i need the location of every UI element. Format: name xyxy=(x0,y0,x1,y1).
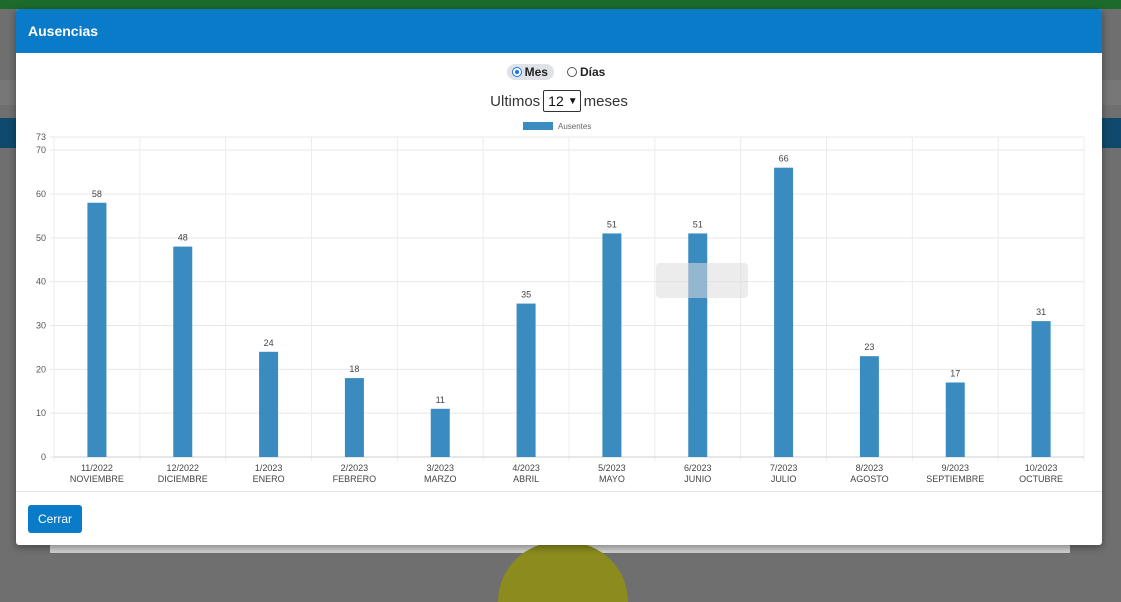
bar xyxy=(945,382,965,457)
bar xyxy=(344,378,364,457)
x-tick-label: 4/2023 xyxy=(512,463,540,473)
bar xyxy=(87,202,107,457)
bar-value-label: 11 xyxy=(436,395,445,405)
bar-value-label: 35 xyxy=(521,290,531,300)
y-tick-label: 70 xyxy=(36,145,46,155)
bar xyxy=(430,408,450,457)
mode-radio-group: Mes Días xyxy=(16,63,1102,81)
radio-dias-icon[interactable] xyxy=(566,67,577,77)
close-button[interactable]: Cerrar xyxy=(28,505,83,533)
bar-value-label: 31 xyxy=(1036,307,1046,317)
background-top-bar xyxy=(0,0,1121,9)
y-tick-label: 60 xyxy=(36,189,46,199)
months-suffix: meses xyxy=(583,92,628,110)
bar-value-label: 58 xyxy=(92,189,102,199)
chart-svg: 0 10 20 30 40 50 60 70 73 Ausentes 58 11/2022NOVIEM… xyxy=(36,122,1085,484)
bar xyxy=(1031,321,1051,457)
y-tick-label: 73 xyxy=(36,132,46,142)
modal-footer: Cerrar xyxy=(16,491,1102,545)
x-tick-sublabel: SEPTIEMBRE xyxy=(926,474,984,484)
x-tick-label: 2/2023 xyxy=(341,463,369,473)
bar xyxy=(602,233,622,457)
x-tick-label: 9/2023 xyxy=(941,463,969,473)
bar-value-label: 17 xyxy=(950,368,960,378)
chevron-down-icon: ▼ xyxy=(567,95,578,107)
absences-chart: 0 10 20 30 40 50 60 70 73 Ausentes 58 11/2022 NOVIEM… xyxy=(16,117,1102,497)
x-tick-label: 3/2023 xyxy=(426,463,454,473)
y-tick-label: 50 xyxy=(36,233,46,243)
months-row: Ultimos 12 ▼ meses xyxy=(16,90,1102,112)
absences-modal: Ausencias Mes Días Ultimos 12 ▼ meses 0 1… xyxy=(16,9,1102,545)
bar-value-label: 18 xyxy=(349,364,359,374)
x-tick-sublabel: JULIO xyxy=(771,474,797,484)
bar-value-label: 23 xyxy=(864,342,874,352)
x-tick-label: 6/2023 xyxy=(684,463,712,473)
y-tick-label: 0 xyxy=(41,452,46,462)
x-tick-label: 7/2023 xyxy=(770,463,798,473)
x-tick-label: 1/2023 xyxy=(255,463,283,473)
radio-dias-label: Días xyxy=(579,65,606,79)
x-tick-sublabel: AGOSTO xyxy=(850,474,888,484)
x-tick-sublabel: OCTUBRE xyxy=(1019,474,1063,484)
loading-ghost xyxy=(656,263,748,298)
x-tick-sublabel: DICIEMBRE xyxy=(158,474,208,484)
y-tick-label: 40 xyxy=(36,277,46,287)
x-tick-sublabel: JUNIO xyxy=(684,474,711,484)
x-tick-label: 5/2023 xyxy=(598,463,626,473)
y-tick-label: 10 xyxy=(36,408,46,418)
x-tick-sublabel: ABRIL xyxy=(513,474,539,484)
bar xyxy=(173,246,193,457)
modal-title: Ausencias xyxy=(28,23,99,39)
x-tick-label: 8/2023 xyxy=(856,463,884,473)
months-select[interactable]: 12 ▼ xyxy=(543,90,581,112)
bar-value-label: 24 xyxy=(264,338,274,348)
radio-mes-icon[interactable] xyxy=(511,67,522,77)
bar-value-label: 51 xyxy=(693,219,703,229)
filter-controls: Mes Días Ultimos 12 ▼ meses xyxy=(16,63,1102,112)
x-tick-sublabel: MAYO xyxy=(599,474,625,484)
bar xyxy=(774,167,794,457)
bar xyxy=(859,356,879,457)
x-tick-sublabel: NOVIEMBRE xyxy=(70,474,124,484)
months-select-value: 12 xyxy=(548,93,564,109)
radio-mes[interactable]: Mes xyxy=(506,64,554,80)
x-tick-sublabel: ENERO xyxy=(253,474,285,484)
bar xyxy=(516,303,536,457)
bar-value-label: 66 xyxy=(779,154,789,164)
months-prefix: Ultimos xyxy=(490,92,541,110)
x-tick-sublabel: FEBRERO xyxy=(333,474,377,484)
legend-swatch xyxy=(523,122,553,130)
x-tick-label: 10/2023 xyxy=(1025,463,1058,473)
bar xyxy=(259,351,279,457)
bar-value-label: 51 xyxy=(607,219,617,229)
x-tick-label: 12/2022 xyxy=(166,463,199,473)
radio-dias[interactable]: Días xyxy=(562,64,611,80)
legend-label: Ausentes xyxy=(558,122,591,131)
radio-mes-label: Mes xyxy=(524,65,548,79)
modal-header: Ausencias xyxy=(16,9,1102,53)
bar-value-label: 48 xyxy=(178,233,188,243)
y-tick-label: 20 xyxy=(36,364,46,374)
x-tick-label: 11/2022 xyxy=(81,463,113,473)
y-tick-label: 30 xyxy=(36,320,46,330)
x-tick-sublabel: MARZO xyxy=(424,474,457,484)
